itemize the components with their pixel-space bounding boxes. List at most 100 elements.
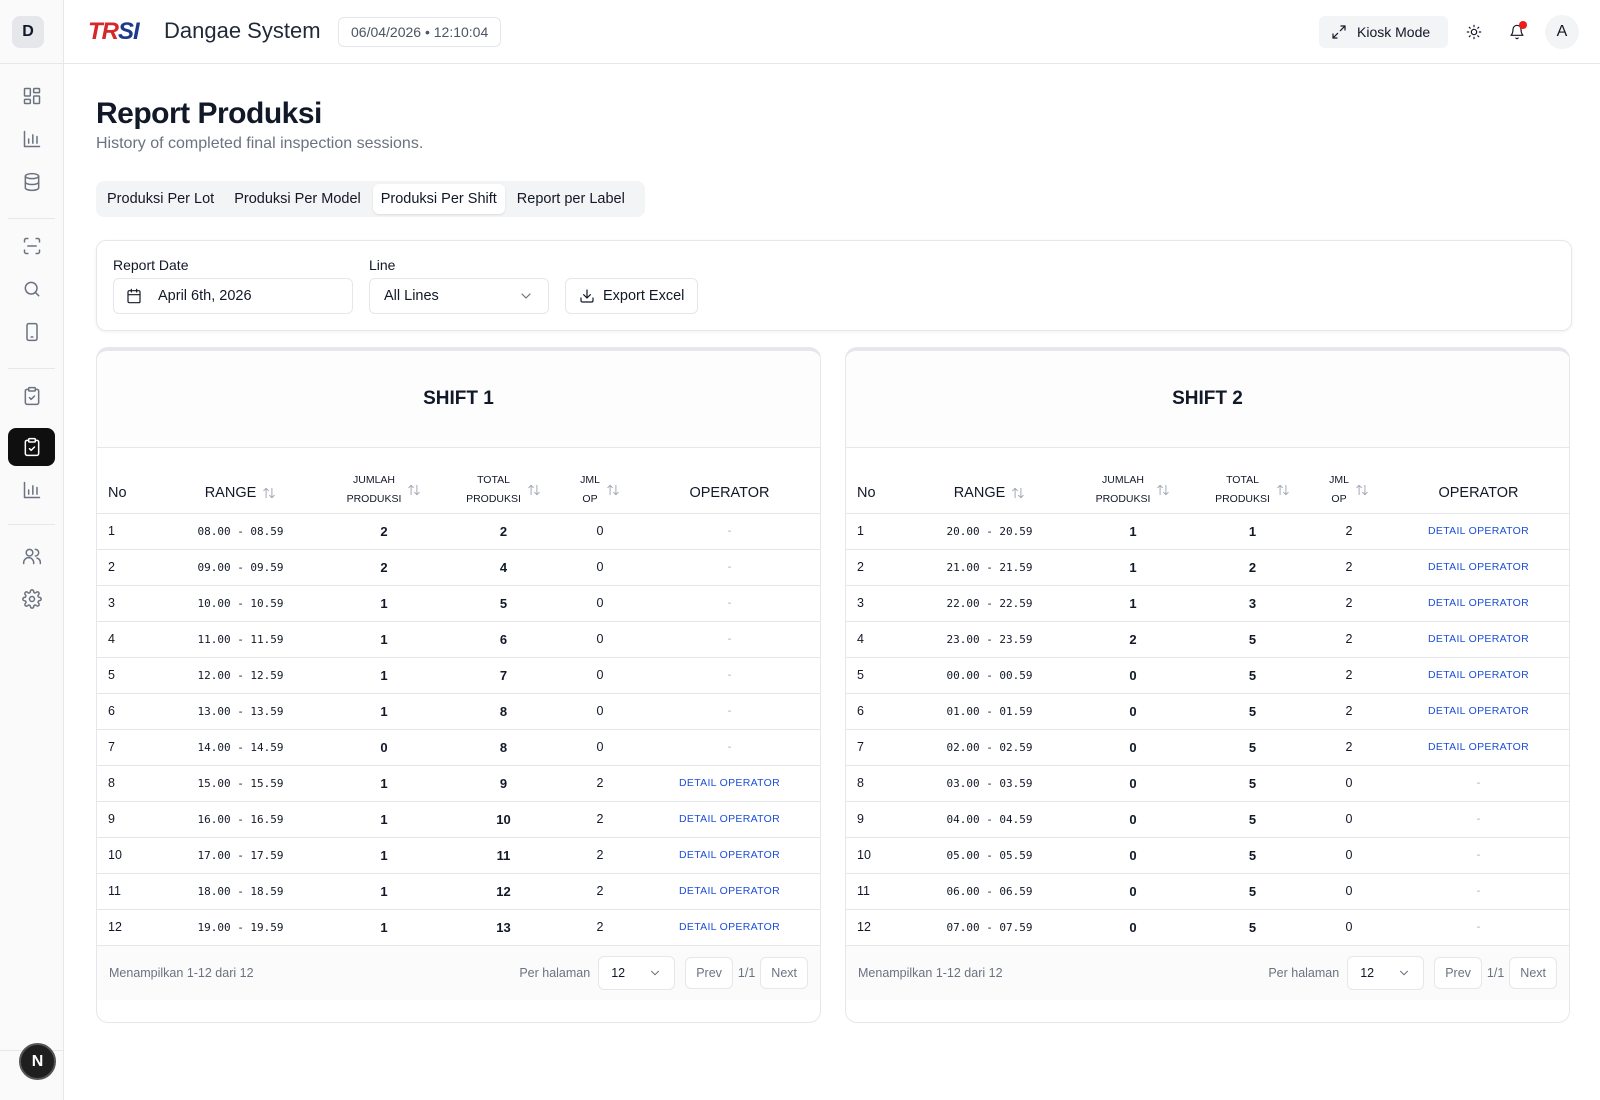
row-no: 2 bbox=[846, 549, 908, 586]
tab-produksi-per-shift[interactable]: Produksi Per Shift bbox=[372, 184, 505, 214]
row-range: 08.00 - 08.59 bbox=[159, 513, 322, 550]
row-range: 09.00 - 09.59 bbox=[159, 549, 322, 586]
row-jumlah-produksi: 1 bbox=[1071, 585, 1195, 622]
col-range[interactable]: RANGE bbox=[159, 448, 322, 514]
detail-operator-link[interactable]: DETAIL OPERATOR bbox=[1388, 657, 1569, 694]
col-total-produksi[interactable]: TOTAL PRODUKSI bbox=[1195, 448, 1310, 514]
kiosk-mode-button[interactable]: Kiosk Mode bbox=[1319, 16, 1448, 48]
detail-operator-link[interactable]: DETAIL OPERATOR bbox=[1388, 621, 1569, 658]
operator-empty: - bbox=[639, 585, 820, 622]
download-icon bbox=[580, 289, 594, 303]
sidebar-item-report-produksi[interactable] bbox=[8, 428, 55, 466]
report-date-picker[interactable]: April 6th, 2026 bbox=[113, 278, 353, 314]
table-row: 11 18.00 - 18.59 1 12 2 DETAIL OPERATOR bbox=[97, 873, 820, 910]
row-jumlah-produksi: 1 bbox=[322, 621, 446, 658]
next-page-button[interactable]: Next bbox=[760, 956, 808, 989]
tab-produksi-per-model[interactable]: Produksi Per Model bbox=[226, 184, 369, 214]
table-row: 5 00.00 - 00.59 0 5 2 DETAIL OPERATOR bbox=[846, 657, 1569, 694]
detail-operator-link[interactable]: DETAIL OPERATOR bbox=[1388, 729, 1569, 766]
sort-icon[interactable] bbox=[407, 483, 421, 497]
dev-tools-badge[interactable]: N bbox=[19, 1043, 56, 1080]
table-row: 12 07.00 - 07.59 0 5 0 - bbox=[846, 909, 1569, 946]
row-total-produksi: 3 bbox=[1195, 585, 1310, 622]
sort-icon[interactable] bbox=[1156, 483, 1170, 497]
row-no: 4 bbox=[97, 621, 159, 658]
detail-operator-link[interactable]: DETAIL OPERATOR bbox=[639, 765, 820, 802]
detail-operator-link[interactable]: DETAIL OPERATOR bbox=[1388, 513, 1569, 550]
col-jumlah-produksi[interactable]: JUMLAH PRODUKSI bbox=[322, 448, 446, 514]
per-page-select[interactable]: 12 bbox=[598, 955, 676, 990]
line-select[interactable]: All Lines bbox=[369, 278, 549, 314]
sidebar-divider bbox=[8, 218, 55, 219]
col-range[interactable]: RANGE bbox=[908, 448, 1071, 514]
col-total-produksi[interactable]: TOTAL PRODUKSI bbox=[446, 448, 561, 514]
bar-chart-icon bbox=[23, 481, 40, 499]
sidebar-item-settings[interactable] bbox=[8, 580, 55, 618]
next-page-button[interactable]: Next bbox=[1509, 956, 1557, 989]
report-date-value: April 6th, 2026 bbox=[158, 288, 252, 304]
table-row: 9 04.00 - 04.59 0 5 0 - bbox=[846, 801, 1569, 838]
sidebar-item-search[interactable] bbox=[8, 270, 55, 308]
per-page-select[interactable]: 12 bbox=[1347, 955, 1425, 990]
detail-operator-link[interactable]: DETAIL OPERATOR bbox=[1388, 585, 1569, 622]
row-total-produksi: 8 bbox=[446, 729, 561, 766]
shift-title: SHIFT 1 bbox=[97, 351, 820, 448]
prev-page-button[interactable]: Prev bbox=[685, 956, 733, 989]
detail-operator-link[interactable]: DETAIL OPERATOR bbox=[1388, 549, 1569, 586]
row-jumlah-produksi: 0 bbox=[1071, 873, 1195, 910]
row-jml-op: 2 bbox=[561, 873, 639, 910]
col-jml-op[interactable]: JML OP bbox=[1310, 448, 1388, 514]
database-icon bbox=[24, 172, 39, 192]
row-range: 14.00 - 14.59 bbox=[159, 729, 322, 766]
prev-page-button[interactable]: Prev bbox=[1434, 956, 1482, 989]
sort-icon[interactable] bbox=[1355, 483, 1369, 497]
row-no: 3 bbox=[97, 585, 159, 622]
col-no: No bbox=[97, 448, 159, 514]
detail-operator-link[interactable]: DETAIL OPERATOR bbox=[639, 837, 820, 874]
operator-empty: - bbox=[639, 513, 820, 550]
detail-operator-link[interactable]: DETAIL OPERATOR bbox=[639, 909, 820, 946]
notification-dot bbox=[1519, 21, 1527, 29]
sidebar-item-users[interactable] bbox=[8, 537, 55, 575]
table-row: 2 09.00 - 09.59 2 4 0 - bbox=[97, 549, 820, 586]
user-avatar[interactable]: A bbox=[1545, 15, 1579, 49]
operator-empty: - bbox=[1388, 909, 1569, 946]
row-total-produksi: 5 bbox=[1195, 729, 1310, 766]
export-excel-button[interactable]: Export Excel bbox=[565, 278, 698, 314]
sidebar-item-database[interactable] bbox=[8, 163, 55, 201]
table-row: 6 13.00 - 13.59 1 8 0 - bbox=[97, 693, 820, 730]
row-total-produksi: 5 bbox=[1195, 621, 1310, 658]
sidebar-item-device[interactable] bbox=[8, 313, 55, 351]
col-jml-op[interactable]: JML OP bbox=[561, 448, 639, 514]
col-jml-label-1: JML bbox=[1329, 473, 1349, 486]
sun-icon bbox=[1466, 24, 1482, 40]
sort-icon[interactable] bbox=[262, 486, 276, 500]
sidebar-item-statistics[interactable] bbox=[8, 471, 55, 509]
row-jml-op: 2 bbox=[1310, 729, 1388, 766]
operator-empty: - bbox=[1388, 837, 1569, 874]
row-range: 21.00 - 21.59 bbox=[908, 549, 1071, 586]
col-jumlah-produksi[interactable]: JUMLAH PRODUKSI bbox=[1071, 448, 1195, 514]
sidebar-item-dashboard[interactable] bbox=[8, 77, 55, 115]
per-page-value: 12 bbox=[1360, 965, 1375, 980]
row-range: 23.00 - 23.59 bbox=[908, 621, 1071, 658]
detail-operator-link[interactable]: DETAIL OPERATOR bbox=[639, 801, 820, 838]
sidebar-item-scan[interactable] bbox=[8, 227, 55, 265]
theme-toggle-button[interactable] bbox=[1458, 16, 1490, 48]
notifications-button[interactable] bbox=[1501, 16, 1533, 48]
sort-icon[interactable] bbox=[527, 483, 541, 497]
sidebar-item-analytics[interactable] bbox=[8, 120, 55, 158]
sidebar-divider bbox=[8, 524, 55, 525]
tab-report-per-label[interactable]: Report per Label bbox=[509, 184, 633, 214]
tab-produksi-per-lot[interactable]: Produksi Per Lot bbox=[99, 184, 222, 214]
detail-operator-link[interactable]: DETAIL OPERATOR bbox=[1388, 693, 1569, 730]
pagination-summary: Menampilkan 1-12 dari 12 bbox=[109, 965, 254, 980]
sort-icon[interactable] bbox=[606, 483, 620, 497]
settings-icon bbox=[21, 589, 42, 609]
sort-icon[interactable] bbox=[1011, 486, 1025, 500]
sidebar-item-inspection[interactable] bbox=[8, 377, 55, 415]
sort-icon[interactable] bbox=[1276, 483, 1290, 497]
workspace-logo[interactable]: D bbox=[12, 16, 44, 48]
detail-operator-link[interactable]: DETAIL OPERATOR bbox=[639, 873, 820, 910]
table-row: 3 22.00 - 22.59 1 3 2 DETAIL OPERATOR bbox=[846, 585, 1569, 622]
